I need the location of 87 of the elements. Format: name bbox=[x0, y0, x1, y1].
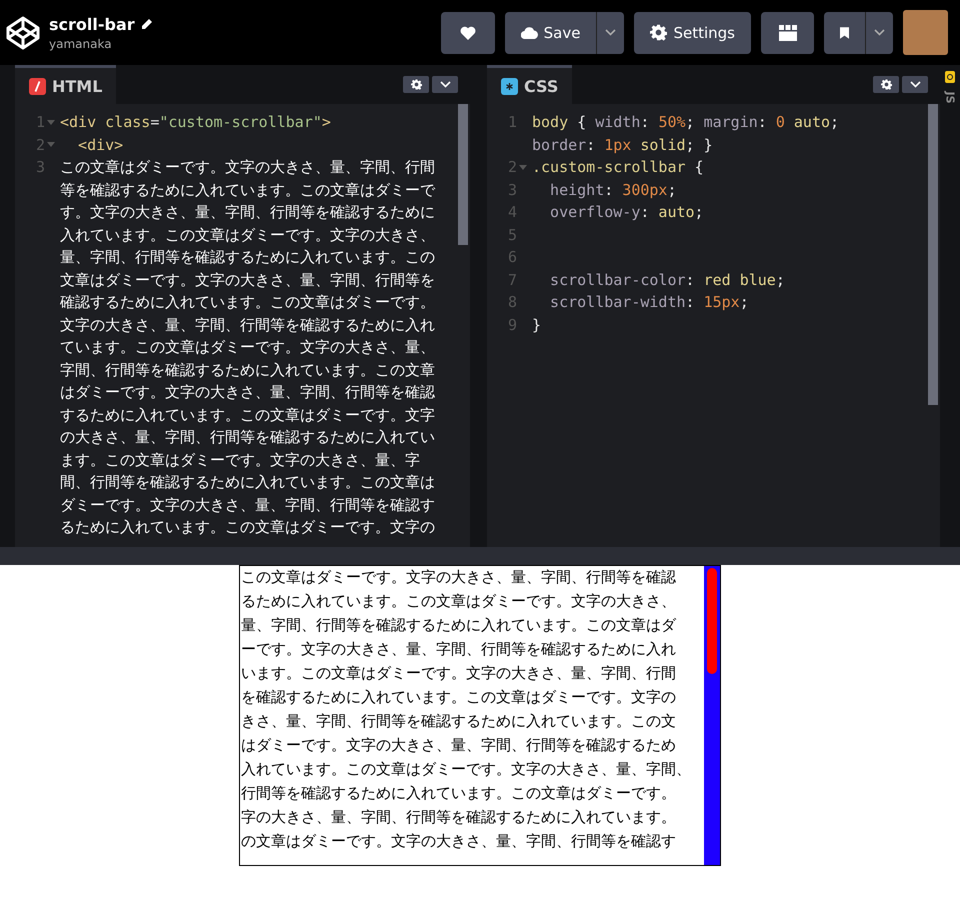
preview-text-line: の文章はダミーです。文字の大きさ、量、字間、行間等を確認す bbox=[241, 832, 677, 852]
preview-text-line: はダミーです。文字の大きさ、量、字間、行間等を確認するため bbox=[241, 736, 677, 756]
settings-icon bbox=[410, 79, 422, 90]
code-line: す。文字の大きさ、量、字間、行間等を確認するために bbox=[60, 202, 435, 223]
code-line: 等を確認するために入れています。この文章はダミーで bbox=[60, 180, 435, 200]
code-line: overflow-y: auto; bbox=[550, 202, 704, 223]
scrollbar-thumb[interactable] bbox=[458, 104, 468, 245]
editor-dropdown-button[interactable] bbox=[432, 76, 458, 93]
editor-settings-button[interactable] bbox=[873, 76, 899, 93]
code-line: 文章はダミーです。文字の大きさ、量、字間、行間等を bbox=[60, 270, 435, 290]
layout-button[interactable] bbox=[761, 12, 814, 54]
line-number: 1 bbox=[36, 112, 45, 133]
code-line: この文章はダミーです。文字の大きさ、量、字間、行間 bbox=[60, 157, 435, 178]
preview-text-line: きさ、量、字間、行間等を確認するために入れています。この文 bbox=[241, 712, 677, 732]
code-line: 文字の大きさ、量、字間、行間等を確認するために入れ bbox=[60, 314, 435, 336]
line-number: 9 bbox=[508, 314, 517, 336]
html-icon bbox=[29, 78, 46, 94]
editor-tab[interactable]: HTML bbox=[15, 65, 116, 104]
code-line: 確認するために入れています。この文章はダミーです。 bbox=[60, 292, 435, 313]
line-number: 2 bbox=[36, 134, 45, 156]
preview-text-line: います。この文章はダミーです。文字の大きさ、量、字間、行間 bbox=[241, 664, 677, 684]
line-number: 3 bbox=[36, 157, 45, 178]
code-line: <div> bbox=[78, 134, 124, 156]
line-number: 3 bbox=[508, 180, 517, 200]
line-number: 8 bbox=[508, 292, 517, 313]
code-line: scrollbar-width: 15px; bbox=[550, 292, 749, 313]
caret-icon bbox=[910, 81, 920, 88]
caret-icon bbox=[874, 29, 885, 36]
line-number: 6 bbox=[508, 247, 517, 268]
caret-icon bbox=[440, 81, 450, 88]
preview-text-line: 入れています。この文章はダミーです。文字の大きさ、量、字間、 bbox=[241, 760, 692, 780]
code-line: 量、字間、行間等を確認するために入れています。この bbox=[60, 247, 435, 268]
preview-text-line: を確認するために入れています。この文章はダミーです。文字の bbox=[241, 688, 677, 708]
cube-logo-icon[interactable] bbox=[5, 14, 41, 50]
settings-icon bbox=[650, 24, 668, 41]
settings-button[interactable]: Settings bbox=[634, 12, 751, 54]
line-number: 4 bbox=[508, 202, 517, 223]
pen-title: scroll-bar bbox=[49, 14, 135, 34]
caret-icon bbox=[605, 29, 616, 36]
line-number: 1 bbox=[508, 112, 517, 133]
bookmark-button[interactable] bbox=[824, 12, 865, 54]
fold-caret-icon[interactable] bbox=[47, 120, 55, 125]
fold-caret-icon[interactable] bbox=[47, 142, 55, 148]
scrollbar-thumb[interactable] bbox=[928, 104, 938, 405]
code-line: るために入れています。この文章はダミーです。文字の bbox=[60, 517, 435, 538]
save-button[interactable]: Save bbox=[504, 12, 596, 54]
code-line: <div class="custom-scrollbar"> bbox=[60, 112, 331, 133]
code-line: .custom-scrollbar { bbox=[532, 157, 704, 178]
code-line: 字間、行間等を確認するために入れています。この文章 bbox=[60, 360, 435, 380]
cloud-icon bbox=[520, 26, 538, 38]
preview-text-line: この文章はダミーです。文字の大きさ、量、字間、行間等を確認 bbox=[241, 568, 677, 588]
layout-icon bbox=[778, 24, 796, 40]
preview-text-line: 量、字間、行間等を確認するために入れています。この文章はダ bbox=[241, 616, 678, 636]
preview-text-line: るために入れています。この文章はダミーです。文字の大きさ、 bbox=[241, 592, 677, 612]
css-icon bbox=[501, 78, 518, 94]
code-line: ます。この文章はダミーです。文字の大きさ、量、字 bbox=[60, 450, 420, 470]
heart-button[interactable] bbox=[440, 12, 495, 54]
preview-text-line: 字の大きさ、量、字間、行間等を確認するために入れています。 bbox=[241, 808, 677, 828]
code-line: ています。この文章はダミーです。文字の大きさ、量、 bbox=[60, 337, 435, 358]
heart-icon bbox=[460, 26, 476, 40]
editor-tab[interactable]: CSS bbox=[487, 65, 572, 104]
scrollbar-thumb[interactable] bbox=[707, 568, 717, 674]
owner-name[interactable]: yamanaka bbox=[49, 36, 441, 50]
code-line: ダミーです。文字の大きさ、量、字間、行間等を確認す bbox=[60, 494, 435, 516]
code-line: の大きさ、量、字間、行間等を確認するために入れてい bbox=[60, 427, 435, 448]
pencil-icon[interactable] bbox=[140, 18, 152, 30]
code-line: するために入れています。この文章はダミーです。文字 bbox=[60, 404, 435, 426]
code-line: scrollbar-color: red blue; bbox=[550, 270, 785, 290]
fold-caret-icon[interactable] bbox=[519, 164, 527, 170]
editor-dropdown-button[interactable] bbox=[902, 76, 928, 93]
editor-settings-button[interactable] bbox=[403, 76, 429, 93]
js-tab[interactable]: JS bbox=[944, 92, 956, 104]
line-number: 5 bbox=[508, 224, 517, 246]
js-icon bbox=[945, 71, 955, 83]
code-line: はダミーです。文字の大きさ、量、字間、行間等を確認 bbox=[60, 382, 435, 403]
code-line: } bbox=[532, 314, 542, 336]
code-line: 間、行間等を確認するために入れています。この文章は bbox=[60, 472, 435, 493]
line-number: 2 bbox=[508, 157, 517, 178]
settings-icon bbox=[880, 79, 892, 90]
line-number: 7 bbox=[508, 270, 517, 290]
preview-text-line: ーです。文字の大きさ、量、字間、行間等を確認するために入れ bbox=[241, 640, 677, 660]
code-line: border: 1px solid; } bbox=[532, 134, 713, 156]
code-line: 入れています。この文章はダミーです。文字の大きさ、 bbox=[60, 224, 435, 246]
preview-text-line: 行間等を確認するために入れています。この文章はダミーです。 bbox=[241, 784, 677, 804]
code-line: body { width: 50%; margin: 0 auto; bbox=[532, 112, 840, 133]
code-line: height: 300px; bbox=[550, 180, 676, 200]
dropdown-button[interactable] bbox=[596, 12, 624, 54]
